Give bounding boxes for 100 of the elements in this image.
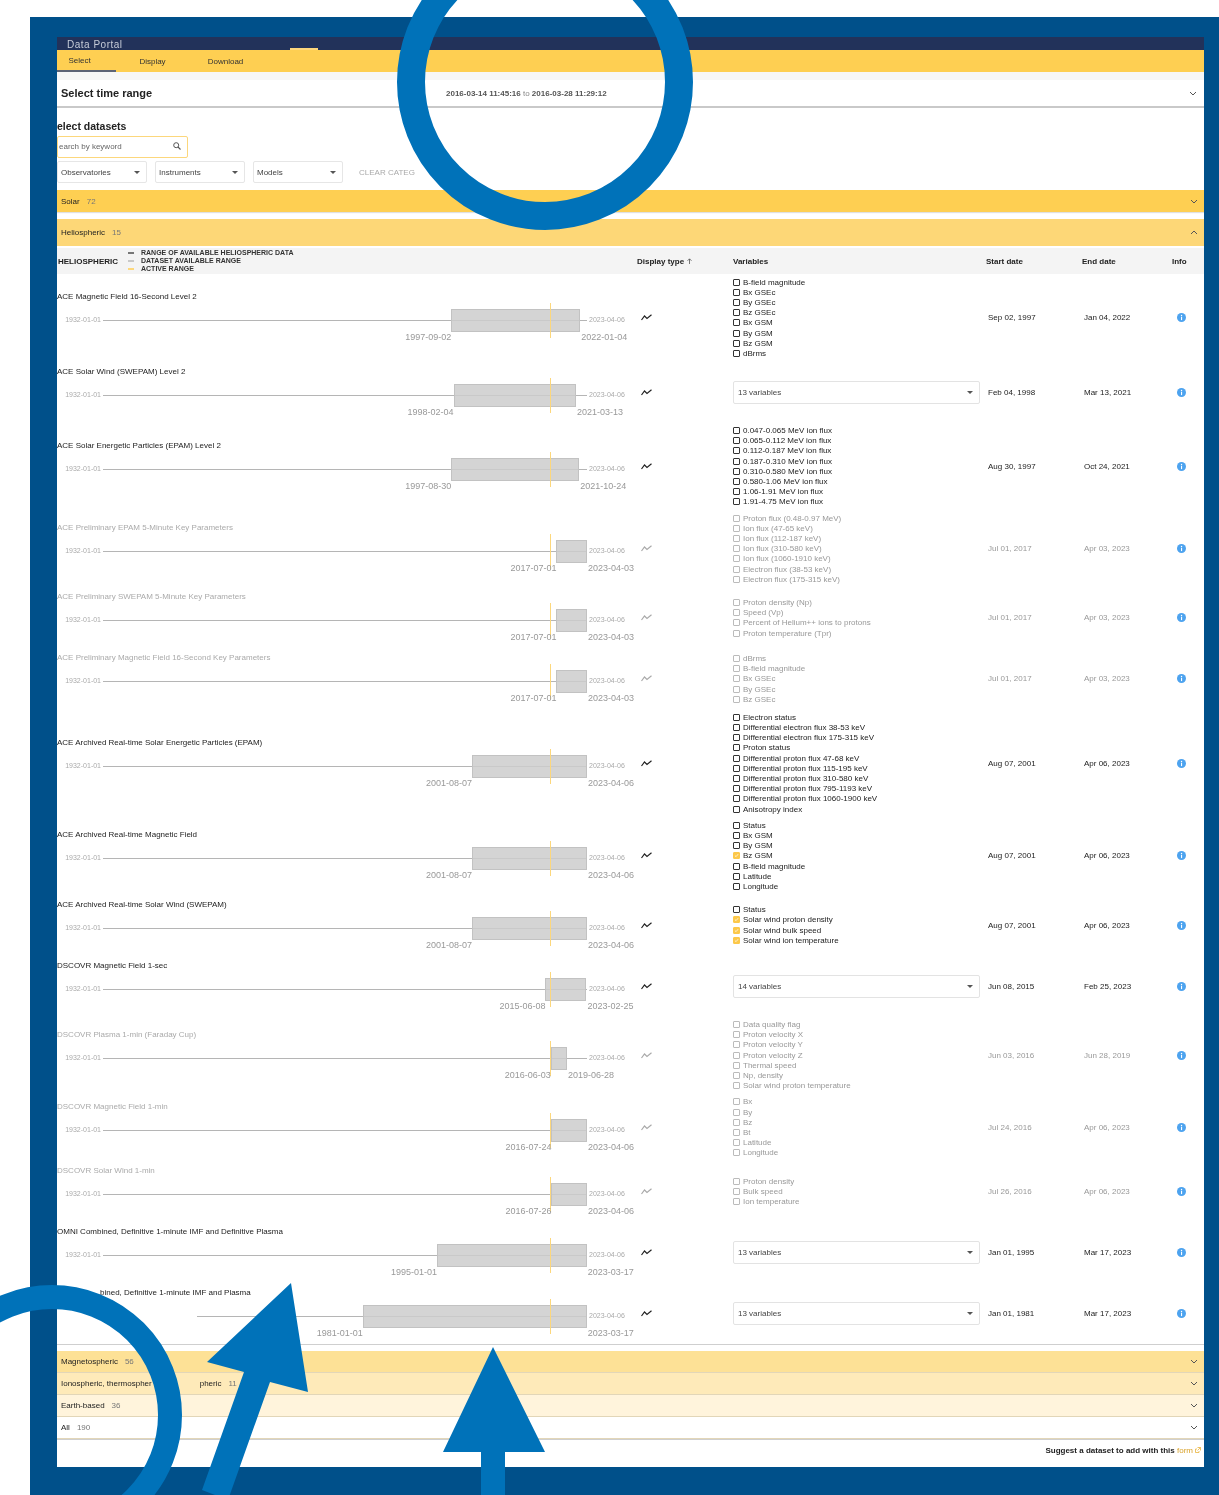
timeline-date: 2017-07-01 xyxy=(510,563,557,575)
dataset-name: ACE Archived Real-time Solar Energetic Particles (EPAM) xyxy=(57,737,263,748)
variable-checkbox[interactable]: 0.112-0.187 MeV ion flux xyxy=(733,445,832,457)
column-header[interactable]: Variables xyxy=(733,256,986,266)
variables-dropdown[interactable]: 13 variables xyxy=(733,1240,980,1264)
variables-dropdown[interactable]: 13 variables xyxy=(733,1301,980,1325)
variable-checkbox[interactable]: Bx GSEc xyxy=(733,287,776,298)
dataset-name: bined, Definitive 1-minute IMF and Plasma xyxy=(100,1287,251,1298)
column-header[interactable]: Info xyxy=(1172,256,1204,266)
timeline-date: 2023-04-06 xyxy=(588,777,635,789)
end-date: Jun 28, 2019 xyxy=(1083,1050,1132,1060)
timeline-date: 2021-03-13 xyxy=(577,406,624,418)
start-date: Feb 04, 1998 xyxy=(987,387,1037,397)
filter-dropdown[interactable]: Observatories xyxy=(57,161,147,183)
variable-checkbox[interactable]: Differential proton flux 47-68 keV xyxy=(733,753,860,764)
variable-checkbox[interactable]: 0.065-0.112 MeV ion flux xyxy=(733,435,832,446)
category-label: Ionospheric, thermospher xyxy=(61,1378,152,1388)
dataset-name: ACE Solar Wind (SWEPAM) Level 2 xyxy=(57,366,186,377)
start-date: Jun 08, 2015 xyxy=(987,981,1036,991)
variable-checkbox[interactable]: Differential proton flux 115-195 keV xyxy=(733,763,868,774)
timeline-date: 2022-01-04 xyxy=(581,332,628,344)
category-bar[interactable]: Heliospheric 15 xyxy=(57,219,1204,246)
category-label: Magnetospheric xyxy=(61,1356,118,1366)
dataset-name: DSCOVR Magnetic Field 1-sec xyxy=(57,960,168,971)
category-count: 56 xyxy=(124,1356,134,1366)
dataset-name: ACE Archived Real-time Solar Wind (SWEPAM) xyxy=(57,899,227,910)
variables-dropdown[interactable]: 13 variables xyxy=(733,380,980,404)
variable-checkbox[interactable]: 0.310-0.580 MeV ion flux xyxy=(733,466,832,477)
start-date: Aug 07, 2001 xyxy=(987,851,1037,861)
variable-checkbox[interactable]: Differential proton flux 1060-1900 keV xyxy=(733,793,878,804)
suggestion-text: Suggest a dataset to add with this form xyxy=(1045,1445,1193,1455)
variable-checkbox[interactable]: Bx GSM xyxy=(733,317,773,328)
tab[interactable]: Display xyxy=(116,50,189,72)
timeline-date: 1981-01-01 xyxy=(316,1327,363,1339)
variable-checkbox[interactable]: By GSM xyxy=(733,327,773,339)
start-date: Aug 07, 2001 xyxy=(987,920,1037,930)
variable-checkbox[interactable]: 1.06-1.91 MeV ion flux xyxy=(733,486,824,497)
filter-dropdown[interactable]: Models xyxy=(253,161,343,183)
variables-dropdown[interactable]: 14 variables xyxy=(733,974,980,998)
variable-checkbox[interactable]: Differential proton flux 310-580 keV xyxy=(733,773,869,784)
variable-checkbox[interactable]: 0.580-1.06 MeV ion flux xyxy=(733,476,828,487)
time-range-panel[interactable]: Select time range 2016-03-14 11:45:16 to 2016-03-28 11:29:12 xyxy=(57,80,1204,108)
end-date: Apr 06, 2023 xyxy=(1083,851,1131,861)
tab[interactable]: Download xyxy=(189,50,262,72)
category-count: 36 xyxy=(111,1400,121,1410)
column-header[interactable]: End date xyxy=(1082,256,1172,266)
variable-checkbox[interactable]: Bz GSEc xyxy=(733,307,776,318)
timeline-date: 2001-08-07 xyxy=(426,939,473,951)
variable-checkbox[interactable]: Differential proton flux 795-1193 keV xyxy=(733,783,873,794)
dataset-name: ACE Preliminary Magnetic Field 16-Second Key Parameters xyxy=(57,653,271,664)
timeline-date: 2015-06-08 xyxy=(499,1000,546,1012)
variable-checkbox[interactable]: dBrms xyxy=(733,348,767,359)
end-date: Apr 03, 2023 xyxy=(1083,544,1131,554)
section-title: elect datasets xyxy=(57,120,128,132)
category-label: Heliospheric xyxy=(61,228,106,237)
timeline-date: 1997-09-02 xyxy=(405,332,452,344)
variable-checkbox[interactable]: Anisotropy index xyxy=(733,804,803,815)
variable-checkbox[interactable]: Latitude xyxy=(733,871,772,882)
category-count: 15 xyxy=(112,228,121,237)
search-field[interactable]: earch by keyword xyxy=(57,135,188,158)
timeline-date: 2001-08-07 xyxy=(426,870,473,882)
variable-checkbox[interactable]: B-field magnitude xyxy=(733,860,806,872)
column-header[interactable]: Display type xyxy=(637,256,733,266)
variable-checkbox[interactable]: Bx GSM xyxy=(733,830,773,841)
variable-checkbox[interactable]: Electron status xyxy=(733,712,796,723)
variable-checkbox[interactable]: Longitude xyxy=(733,881,779,892)
category-label: Solar xyxy=(61,196,80,206)
variable-checkbox[interactable]: 1.91-4.75 MeV ion flux xyxy=(733,496,824,507)
variable-checkbox[interactable]: Solar wind proton density xyxy=(733,914,833,925)
column-header[interactable]: Start date xyxy=(986,256,1082,266)
variable-checkbox[interactable]: Solar wind bulk speed xyxy=(733,925,822,936)
variable-checkbox[interactable]: Solar wind ion temperature xyxy=(733,935,839,946)
timeline-date: 2021-10-24 xyxy=(580,480,627,492)
dataset-name: ACE Archived Real-time Magnetic Field xyxy=(57,830,198,841)
variable-checkbox[interactable]: Proton status xyxy=(733,742,791,754)
timeline-date: 1997-08-30 xyxy=(405,480,452,492)
start-date: Jul 26, 2016 xyxy=(987,1186,1033,1196)
filter-dropdown[interactable]: Instruments xyxy=(155,161,245,183)
start-date: Jul 01, 2017 xyxy=(987,613,1033,623)
variable-checkbox[interactable]: Bz GSM xyxy=(733,850,773,861)
dataset-name: DSCOVR Plasma 1-min (Faraday Cup) xyxy=(57,1029,197,1040)
variable-checkbox[interactable]: By GSM xyxy=(733,840,773,851)
variable-checkbox[interactable]: Bz GSM xyxy=(733,338,773,349)
variable-checkbox[interactable]: Status xyxy=(733,904,766,915)
timeline-date: 2023-04-03 xyxy=(587,632,634,644)
variable-checkbox[interactable]: Differential electron flux 38-53 keV xyxy=(733,722,866,733)
end-date: Apr 03, 2023 xyxy=(1083,613,1131,623)
start-date: Jul 01, 2017 xyxy=(987,674,1033,684)
variable-checkbox[interactable]: B-field magnitude xyxy=(733,277,806,288)
end-date: Apr 06, 2023 xyxy=(1083,758,1131,768)
timeline-date: 2017-07-01 xyxy=(510,693,557,705)
end-date: Mar 17, 2023 xyxy=(1083,1308,1133,1318)
variable-checkbox[interactable]: By GSEc xyxy=(733,297,776,308)
variable-checkbox[interactable]: 0.047-0.065 MeV ion flux xyxy=(733,425,832,436)
timeline-date: 2023-02-25 xyxy=(587,1000,634,1012)
variable-checkbox[interactable]: 0.187-0.310 MeV ion flux xyxy=(733,456,832,467)
variable-checkbox[interactable]: Differential electron flux 175-315 keV xyxy=(733,732,875,743)
variable-checkbox[interactable]: Status xyxy=(733,820,766,831)
dataset-name: DSCOVR Magnetic Field 1-min xyxy=(57,1101,168,1112)
end-date: Apr 06, 2023 xyxy=(1083,920,1131,930)
